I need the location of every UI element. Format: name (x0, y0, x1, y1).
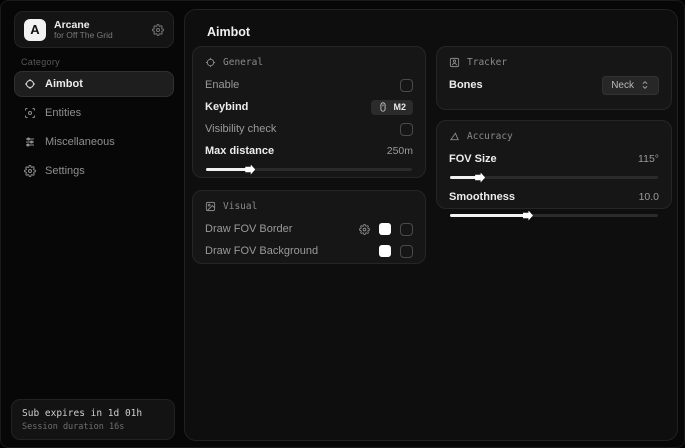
bones-label: Bones (449, 79, 483, 91)
sidebar-item-miscellaneous[interactable]: Miscellaneous (14, 129, 174, 155)
visual-card-title: Visual (223, 201, 257, 212)
max-distance-slider[interactable] (206, 164, 412, 174)
app-title: Arcane (54, 19, 144, 31)
fov-size-row: FOV Size 115° (449, 148, 659, 170)
fov-size-value: 115° (638, 153, 659, 165)
visibility-check-checkbox[interactable] (400, 123, 413, 136)
accuracy-card-title: Accuracy (467, 131, 513, 142)
smoothness-row: Smoothness 10.0 (449, 186, 659, 208)
sidebar-item-label: Aimbot (45, 78, 83, 90)
sidebar-item-label: Miscellaneous (45, 136, 115, 148)
subscription-info-card: Sub expires in 1d 01h Session duration 1… (11, 399, 175, 440)
fov-background-label: Draw FOV Background (205, 245, 318, 257)
keybind-value: M2 (393, 102, 406, 112)
app-identity: Arcane for Off The Grid (54, 19, 144, 41)
slider-thumb[interactable] (245, 165, 255, 175)
page-title: Aimbot (207, 25, 250, 39)
settings-gear-icon[interactable] (152, 24, 164, 36)
sidebar-item-label: Settings (45, 165, 85, 177)
sliders-icon (24, 136, 36, 148)
entities-icon (24, 107, 36, 119)
slider-fill (450, 214, 527, 217)
mouse-icon (378, 102, 388, 112)
sidebar-nav: Aimbot Entities Miscellaneous Settings (14, 71, 174, 187)
general-card: General Enable Keybind M2 Visibility che… (192, 46, 426, 178)
slider-fill (450, 176, 479, 179)
gear-icon (24, 165, 36, 177)
tracker-card: Tracker Bones Neck (436, 46, 672, 110)
smoothness-label: Smoothness (449, 191, 515, 203)
sub-expiry-text: Sub expires in 1d 01h (22, 408, 164, 419)
general-card-header: General (205, 57, 413, 68)
accuracy-card: Accuracy FOV Size 115° Smoothness 10.0 (436, 120, 672, 209)
angle-icon (449, 131, 460, 142)
fov-border-checkbox[interactable] (400, 223, 413, 236)
bones-selected-value: Neck (611, 80, 634, 91)
enable-row: Enable (205, 74, 413, 96)
app-logo: A (24, 19, 46, 41)
slider-fill (206, 168, 249, 171)
max-distance-value: 250m (387, 145, 413, 157)
app-logo-card: A Arcane for Off The Grid (14, 11, 174, 48)
smoothness-value: 10.0 (639, 191, 659, 203)
visual-icon (205, 201, 216, 212)
fov-border-row: Draw FOV Border (205, 218, 413, 240)
accuracy-card-header: Accuracy (449, 131, 659, 142)
app-subtitle: for Off The Grid (54, 31, 144, 41)
visibility-check-row: Visibility check (205, 118, 413, 140)
visual-card: Visual Draw FOV Border Draw FOV Backgrou… (192, 190, 426, 264)
fov-size-label: FOV Size (449, 153, 497, 165)
visual-card-header: Visual (205, 201, 413, 212)
main-panel: Aimbot General Enable Keybind M2 (184, 9, 678, 441)
smoothness-slider[interactable] (450, 210, 658, 220)
enable-checkbox[interactable] (400, 79, 413, 92)
fov-border-label: Draw FOV Border (205, 223, 292, 235)
slider-thumb[interactable] (475, 173, 485, 183)
sidebar-item-label: Entities (45, 107, 81, 119)
session-duration-text: Session duration 16s (22, 422, 164, 432)
fov-background-checkbox[interactable] (400, 245, 413, 258)
slider-thumb[interactable] (523, 211, 533, 221)
max-distance-label: Max distance (205, 145, 274, 157)
sidebar-item-aimbot[interactable]: Aimbot (14, 71, 174, 97)
crosshair-icon (205, 57, 216, 68)
app-window: A Arcane for Off The Grid Category Aimbo… (0, 0, 685, 448)
tracker-card-header: Tracker (449, 57, 659, 68)
visibility-check-label: Visibility check (205, 123, 276, 135)
enable-label: Enable (205, 79, 239, 91)
fov-background-row: Draw FOV Background (205, 240, 413, 262)
general-card-title: General (223, 57, 263, 68)
tracker-icon (449, 57, 460, 68)
keybind-button[interactable]: M2 (371, 100, 413, 115)
chevrons-up-down-icon (640, 80, 650, 90)
fov-background-color-swatch[interactable] (379, 245, 391, 257)
tracker-card-title: Tracker (467, 57, 507, 68)
sidebar: A Arcane for Off The Grid Category Aimbo… (1, 1, 183, 447)
max-distance-row: Max distance 250m (205, 140, 413, 162)
bones-row: Bones Neck (449, 74, 659, 96)
keybind-row: Keybind M2 (205, 96, 413, 118)
category-label: Category (21, 57, 60, 67)
fov-border-settings-gear-icon[interactable] (359, 224, 370, 235)
fov-border-color-swatch[interactable] (379, 223, 391, 235)
bones-select[interactable]: Neck (602, 76, 659, 95)
fov-size-slider[interactable] (450, 172, 658, 182)
keybind-label: Keybind (205, 101, 248, 113)
sidebar-item-settings[interactable]: Settings (14, 158, 174, 184)
crosshair-icon (24, 78, 36, 90)
sidebar-item-entities[interactable]: Entities (14, 100, 174, 126)
